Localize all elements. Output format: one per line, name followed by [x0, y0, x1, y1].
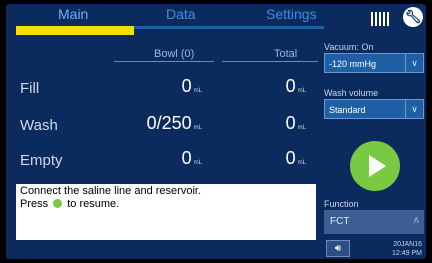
unit-label: mL	[297, 88, 306, 94]
device-screen: Main Data Settings 🔧︎ Bowl (0) Total Fil…	[6, 4, 426, 259]
bowl-column-header: Bowl (0)	[154, 48, 195, 60]
unit-label: mL	[193, 88, 202, 94]
vacuum-select[interactable]: -120 mmHg ∨	[324, 53, 424, 73]
active-tab-indicator	[16, 26, 134, 35]
wash-bowl-number: 0/250	[146, 113, 192, 133]
empty-total-value: 0 mL	[222, 148, 306, 169]
wash-total-number: 0	[285, 113, 296, 133]
wash-volume-value: Standard	[329, 105, 366, 115]
function-value: FCT	[330, 216, 350, 227]
unit-label: mL	[193, 125, 202, 131]
wash-volume-label: Wash volume	[324, 88, 379, 98]
wash-total-value: 0 mL	[222, 113, 306, 134]
vacuum-value: -120 mmHg	[329, 59, 377, 69]
message-resume-text: to resume.	[67, 198, 120, 210]
empty-bowl-value: 0 mL	[114, 148, 202, 169]
empty-total-number: 0	[285, 148, 296, 168]
function-select[interactable]: FCT ∧	[324, 210, 424, 234]
barcode-icon[interactable]	[371, 10, 389, 26]
fill-total-value: 0 mL	[222, 76, 306, 97]
wash-label: Wash	[20, 117, 58, 134]
unit-label: mL	[193, 160, 202, 166]
divider	[222, 61, 318, 62]
speaker-icon: 🔊︎	[334, 243, 342, 254]
chevron-down-icon: ∨	[405, 100, 423, 118]
play-icon	[53, 199, 63, 208]
tab-settings[interactable]: Settings	[266, 6, 317, 22]
empty-label: Empty	[20, 152, 63, 169]
date-time-display: 20JAN16 12:49 PM	[376, 240, 422, 258]
chevron-down-icon: ∨	[405, 54, 423, 72]
empty-bowl-number: 0	[181, 148, 192, 168]
wash-bowl-value: 0/250 mL	[114, 113, 202, 134]
vacuum-label: Vacuum: On	[324, 42, 374, 52]
fill-bowl-number: 0	[181, 76, 192, 96]
message-line-2: Press to resume.	[20, 198, 312, 211]
status-message-panel: Connect the saline line and reservoir. P…	[16, 184, 316, 240]
fill-label: Fill	[20, 80, 40, 97]
wrench-icon[interactable]: 🔧︎	[403, 7, 423, 27]
wash-volume-select[interactable]: Standard ∨	[324, 99, 424, 119]
speaker-button[interactable]: 🔊︎	[326, 240, 350, 257]
fill-bowl-value: 0 mL	[114, 76, 202, 97]
function-label: Function	[324, 199, 359, 209]
total-column-header: Total	[274, 48, 298, 60]
message-press-text: Press	[20, 198, 49, 210]
tab-divider	[134, 26, 244, 29]
unit-label: mL	[297, 125, 306, 131]
message-line-1: Connect the saline line and reservoir.	[20, 185, 201, 197]
time: 12:49 PM	[392, 250, 422, 257]
play-button[interactable]	[350, 141, 400, 191]
unit-label: mL	[297, 160, 306, 166]
play-icon	[369, 155, 386, 177]
tab-main[interactable]: Main	[58, 6, 88, 22]
fill-total-number: 0	[285, 76, 296, 96]
divider	[114, 61, 214, 62]
tab-divider	[244, 26, 324, 29]
date: 20JAN16	[393, 241, 422, 248]
tab-data[interactable]: Data	[166, 6, 196, 22]
chevron-up-icon: ∧	[412, 215, 420, 226]
